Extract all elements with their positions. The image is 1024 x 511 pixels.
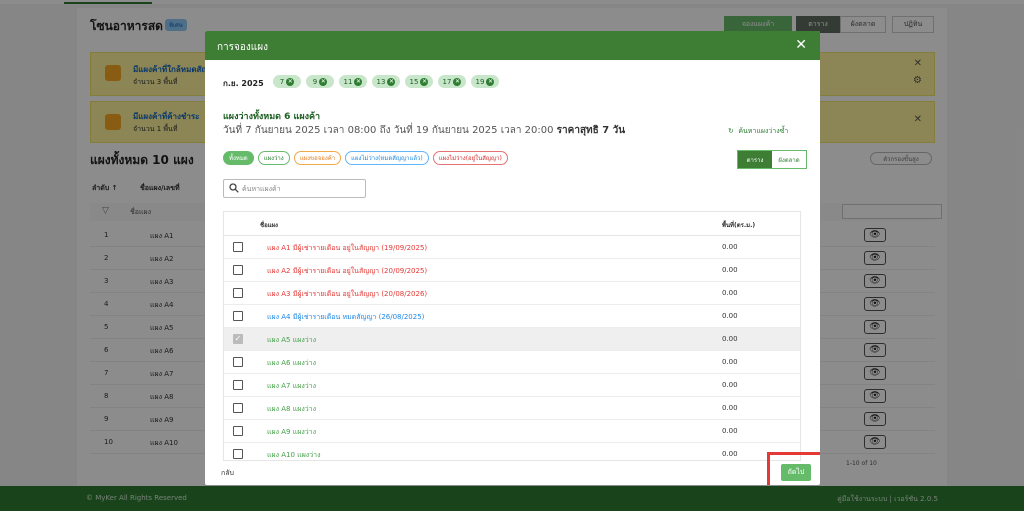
table-row[interactable]: แผง A2 มีผู้เช่ารายเดือน อยู่ในสัญญา (20… <box>224 259 800 282</box>
column-header-area[interactable]: พื้นที่(ตร.ม.) <box>722 220 755 230</box>
row-checkbox[interactable]: ✓ <box>233 334 243 344</box>
date-chip[interactable]: 9 ✕ <box>306 75 334 88</box>
table-row[interactable]: แผง A7 แผงว่าง 0.00 <box>224 374 800 397</box>
date-chip[interactable]: 13 ✕ <box>372 75 400 88</box>
stall-name: แผง A10 แผงว่าง <box>267 451 321 459</box>
filter-chip-all[interactable]: ทั้งหมด <box>223 151 254 165</box>
row-checkbox[interactable] <box>233 265 243 275</box>
refresh-label: ค้นหาแผงว่างซ้ำ <box>738 127 789 135</box>
table-header: ชื่อแผง พื้นที่(ตร.ม.) <box>224 212 800 236</box>
stall-name: แผง A4 มีผู้เช่ารายเดือน หมดสัญญา (26/08… <box>267 313 425 321</box>
status-filter-chips: ทั้งหมด แผงว่าง แผงขอจองค้า แผงไม่ว่าง(ห… <box>223 151 512 165</box>
row-checkbox[interactable] <box>233 357 243 367</box>
stall-area: 0.00 <box>722 450 738 458</box>
remove-date-icon[interactable]: ✕ <box>286 77 295 86</box>
stall-name: แผง A7 แผงว่าง <box>267 382 317 390</box>
date-chip-label: 11 <box>343 77 353 86</box>
month-label: ก.ย. 2025 <box>223 79 264 88</box>
stall-name: แผง A8 แผงว่าง <box>267 405 317 413</box>
row-checkbox[interactable] <box>233 311 243 321</box>
search-icon <box>229 183 239 193</box>
table-row[interactable]: แผง A3 มีผู้เช่ารายเดือน อยู่ในสัญญา (20… <box>224 282 800 305</box>
date-chip-label: 15 <box>409 77 419 86</box>
date-chip[interactable]: 11 ✕ <box>339 75 367 88</box>
back-button[interactable]: กลับ <box>221 468 234 479</box>
date-chip-label: 13 <box>376 77 386 86</box>
date-chip[interactable]: 17 ✕ <box>438 75 466 88</box>
remove-date-icon[interactable]: ✕ <box>354 77 363 86</box>
row-checkbox[interactable] <box>233 380 243 390</box>
filter-chip-requested[interactable]: แผงขอจองค้า <box>293 151 342 165</box>
filter-chip-in-contract[interactable]: แผงไม่ว่าง(อยู่ในสัญญา) <box>432 151 508 165</box>
refresh-icon: ↻ <box>728 127 734 135</box>
table-row[interactable]: แผง A10 แผงว่าง 0.00 <box>224 443 800 460</box>
stall-table: ชื่อแผง พื้นที่(ตร.ม.) แผง A1 มีผู้เช่าร… <box>223 211 801 461</box>
stall-name: แผง A5 แผงว่าง <box>267 336 317 344</box>
table-row[interactable]: แผง A4 มีผู้เช่ารายเดือน หมดสัญญา (26/08… <box>224 305 800 328</box>
filter-chip-empty[interactable]: แผงว่าง <box>257 151 290 165</box>
stall-name: แผง A6 แผงว่าง <box>267 359 317 367</box>
stall-area: 0.00 <box>722 335 738 343</box>
table-row[interactable]: แผง A6 แผงว่าง 0.00 <box>224 351 800 374</box>
date-chip-label: 19 <box>475 77 485 86</box>
search-input[interactable] <box>242 182 362 195</box>
stall-name: แผง A3 มีผู้เช่ารายเดือน อยู่ในสัญญา (20… <box>267 290 428 298</box>
stall-search-box <box>223 179 366 198</box>
summary-price: ราคาสุทธิ 7 วัน <box>556 125 626 136</box>
stall-area: 0.00 <box>722 427 738 435</box>
summary-range: วันที่ 7 กันยายน 2025 เวลา 08:00 ถึง วัน… <box>223 123 625 138</box>
stall-area: 0.00 <box>722 243 738 251</box>
modal-header: การจองแผง ✕ <box>205 31 820 60</box>
row-checkbox[interactable] <box>233 403 243 413</box>
stall-area: 0.00 <box>722 358 738 366</box>
close-icon[interactable]: ✕ <box>795 37 807 53</box>
summary-title: แผงว่างทั้งหมด 6 แผงค้า <box>223 112 321 122</box>
remove-date-icon[interactable]: ✕ <box>486 77 495 86</box>
refresh-search-button[interactable]: ↻ ค้นหาแผงว่างซ้ำ <box>728 126 788 137</box>
row-checkbox[interactable] <box>233 449 243 459</box>
date-chip[interactable]: 19 ✕ <box>471 75 499 88</box>
view-toggle-table[interactable]: ตาราง <box>738 151 772 168</box>
date-chip[interactable]: 15 ✕ <box>405 75 433 88</box>
summary-range-text: วันที่ 7 กันยายน 2025 เวลา 08:00 ถึง วัน… <box>223 125 554 136</box>
remove-date-icon[interactable]: ✕ <box>453 77 462 86</box>
stall-area: 0.00 <box>722 289 738 297</box>
row-checkbox[interactable] <box>233 288 243 298</box>
row-checkbox[interactable] <box>233 242 243 252</box>
stall-area: 0.00 <box>722 266 738 274</box>
date-chip-label: 17 <box>442 77 452 86</box>
row-checkbox[interactable] <box>233 426 243 436</box>
remove-date-icon[interactable]: ✕ <box>387 77 396 86</box>
date-chip[interactable]: 7 ✕ <box>273 75 301 88</box>
stall-name: แผง A1 มีผู้เช่ารายเดือน อยู่ในสัญญา (19… <box>267 244 428 252</box>
date-chip-label: 9 <box>312 77 318 86</box>
column-header-name[interactable]: ชื่อแผง <box>260 220 278 230</box>
view-toggle: ตาราง ผังตลาด <box>737 150 807 169</box>
remove-date-icon[interactable]: ✕ <box>319 77 328 86</box>
stall-name: แผง A9 แผงว่าง <box>267 428 317 436</box>
table-row[interactable]: แผง A1 มีผู้เช่ารายเดือน อยู่ในสัญญา (19… <box>224 236 800 259</box>
table-row[interactable]: ✓ แผง A5 แผงว่าง 0.00 <box>224 328 800 351</box>
stall-name: แผง A2 มีผู้เช่ารายเดือน อยู่ในสัญญา (20… <box>267 267 428 275</box>
remove-date-icon[interactable]: ✕ <box>420 77 429 86</box>
date-chip-label: 7 <box>279 77 285 86</box>
stall-area: 0.00 <box>722 381 738 389</box>
modal-title: การจองแผง <box>217 42 268 53</box>
booking-modal: การจองแผง ✕ ก.ย. 2025 7 ✕ 9 ✕ 11 ✕ 13 ✕ 15 ✕ 17 ✕ 19… <box>205 31 820 485</box>
stall-area: 0.00 <box>722 404 738 412</box>
date-chip-list: 7 ✕ 9 ✕ 11 ✕ 13 ✕ 15 ✕ 17 ✕ 19 ✕ <box>273 75 504 88</box>
filter-chip-expired-contract[interactable]: แผงไม่ว่าง(หมดสัญญาแล้ว) <box>345 151 429 165</box>
table-row[interactable]: แผง A8 แผงว่าง 0.00 <box>224 397 800 420</box>
view-toggle-map[interactable]: ผังตลาด <box>772 151 806 168</box>
next-button[interactable]: ถัดไป <box>781 464 811 481</box>
stall-area: 0.00 <box>722 312 738 320</box>
table-row[interactable]: แผง A9 แผงว่าง 0.00 <box>224 420 800 443</box>
